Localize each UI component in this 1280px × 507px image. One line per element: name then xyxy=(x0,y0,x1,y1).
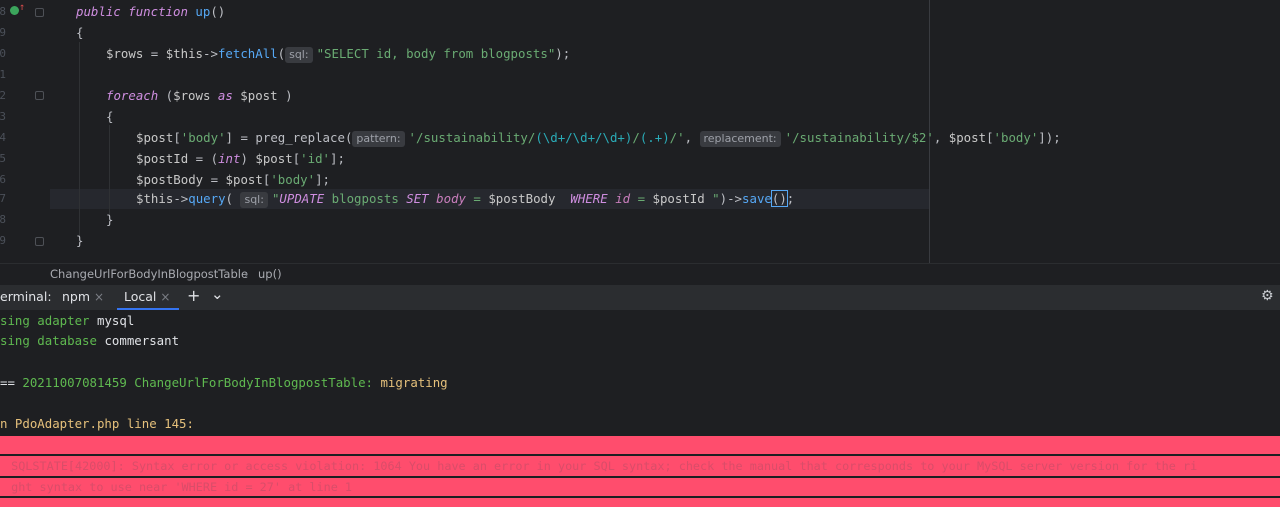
terminal-line: == 20211007081459 ChangeUrlForBodyInBlog… xyxy=(0,375,448,390)
code-line-2: { xyxy=(76,25,84,40)
close-icon[interactable]: × xyxy=(94,290,104,304)
fold-icon[interactable] xyxy=(35,237,44,246)
override-arrow-icon[interactable]: ↑ xyxy=(19,3,25,13)
terminal-title: erminal: xyxy=(0,289,52,304)
line-number: 3 xyxy=(0,110,6,123)
breadcrumb: ChangeUrlForBodyInBlogpostTable › up() xyxy=(0,263,1280,285)
fold-icon[interactable] xyxy=(35,91,44,100)
breadcrumb-separator: › xyxy=(244,267,249,281)
line-number: 0 xyxy=(0,47,6,60)
code-line-7: $post['body'] = preg_replace(pattern: '/s… xyxy=(136,130,1061,147)
error-bar: SQLSTATE[42000]: Syntax error or access … xyxy=(0,456,1280,476)
terminal-line: sing adapter mysql xyxy=(0,313,135,328)
error-message: SQLSTATE[42000]: Syntax error or access … xyxy=(4,459,1198,473)
terminal-line: sing database commersant xyxy=(0,333,180,348)
param-hint: sql: xyxy=(240,192,268,208)
param-hint: pattern: xyxy=(352,131,405,147)
breadcrumb-class[interactable]: ChangeUrlForBodyInBlogpostTable xyxy=(50,267,248,281)
chevron-down-icon[interactable]: ⌄ xyxy=(211,285,224,303)
implements-method-icon[interactable] xyxy=(10,6,19,15)
tab-npm[interactable]: npm × xyxy=(62,289,104,304)
code-line-1: public function up() xyxy=(76,4,226,19)
bracket-match: () xyxy=(770,190,788,207)
error-bar xyxy=(0,498,1280,507)
line-number: 9 xyxy=(0,234,6,247)
plus-icon[interactable]: + xyxy=(187,286,200,305)
code-line-5: foreach ($rows as $post ) xyxy=(106,88,293,103)
code-line-12: } xyxy=(76,233,84,248)
terminal-output[interactable]: sing adapter mysql sing database commers… xyxy=(0,310,1280,507)
terminal-line: n PdoAdapter.php line 145: xyxy=(0,416,194,431)
close-icon[interactable]: × xyxy=(160,290,170,304)
line-number: 8 xyxy=(0,213,6,226)
line-number: 9 xyxy=(0,26,6,39)
line-number: 2 xyxy=(0,89,6,102)
line-number: 5 xyxy=(0,152,6,165)
error-bar: ght syntax to use near 'WHERE id = 27' a… xyxy=(0,478,1280,496)
indent-guide xyxy=(79,42,80,238)
code-editor[interactable]: 8 9 0 1 2 3 4 5 6 7 8 9 ↑ public functio… xyxy=(0,0,1280,263)
indent-guide xyxy=(109,125,110,217)
breadcrumb-method[interactable]: up() xyxy=(258,267,282,281)
fold-icon[interactable] xyxy=(35,8,44,17)
param-hint: replacement: xyxy=(699,131,781,147)
param-hint: sql: xyxy=(285,47,313,63)
code-line-11: } xyxy=(106,212,114,227)
error-message: ght syntax to use near 'WHERE id = 27' a… xyxy=(4,480,353,494)
code-line-10: $this->query( sql: "UPDATE blogposts SET … xyxy=(136,190,795,208)
line-number: 4 xyxy=(0,131,6,144)
terminal-toolbar: erminal: npm × Local × + ⌄ ⚙ xyxy=(0,285,1280,310)
code-line-8: $postId = (int) $post['id']; xyxy=(136,151,345,166)
editor-gutter[interactable]: 8 9 0 1 2 3 4 5 6 7 8 9 ↑ xyxy=(0,0,50,263)
gear-icon[interactable]: ⚙ xyxy=(1261,288,1274,304)
line-number: 1 xyxy=(0,68,6,81)
code-line-9: $postBody = $post['body']; xyxy=(136,172,330,187)
tab-local[interactable]: Local × xyxy=(124,289,170,304)
line-number: 6 xyxy=(0,173,6,186)
error-bar xyxy=(0,436,1280,454)
code-line-3: $rows = $this->fetchAll(sql: "SELECT id, … xyxy=(106,46,571,63)
code-line-6: { xyxy=(106,109,114,124)
line-number: 8 xyxy=(0,5,6,18)
line-number: 7 xyxy=(0,192,6,205)
